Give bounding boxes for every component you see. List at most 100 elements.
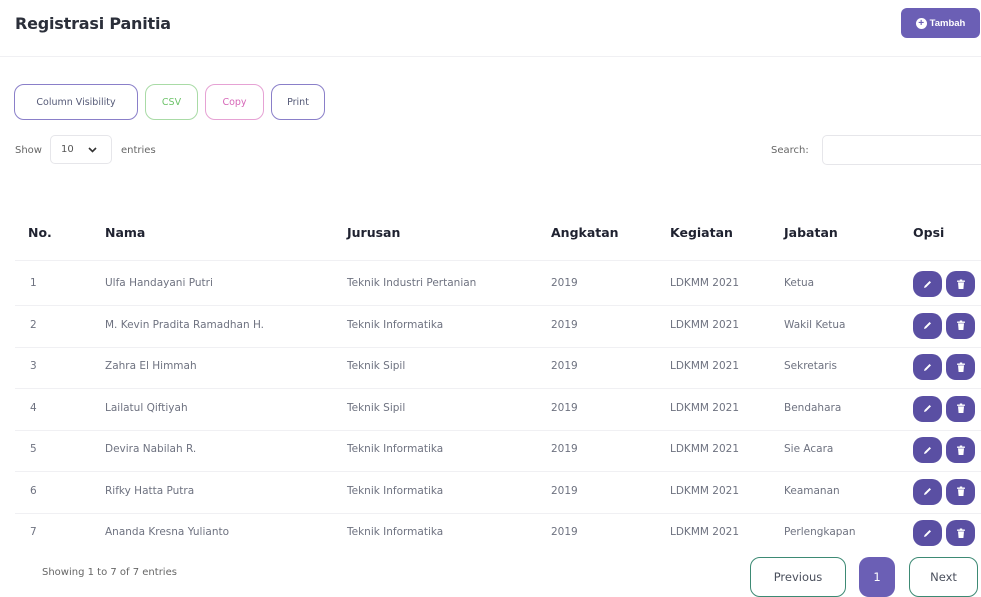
cell-jurusan: Teknik Informatika (347, 318, 444, 331)
cell-nama: Zahra El Himmah (105, 360, 197, 372)
cell-jurusan: Teknik Sipil (347, 401, 406, 414)
cell-jurusan: Teknik Informatika (347, 484, 444, 497)
trash-icon (956, 486, 966, 497)
pencil-icon (922, 486, 933, 497)
trash-icon (956, 279, 966, 290)
cell-angkatan: 2019 (551, 526, 578, 538)
cell-jabatan: Bendahara (784, 401, 842, 414)
cell-nama: Rifky Hatta Putra (105, 484, 195, 497)
entries-select-value: 10 (61, 144, 74, 155)
edit-button[interactable] (913, 271, 942, 297)
pencil-icon (922, 320, 933, 331)
column-header-opsi: Opsi (913, 225, 945, 240)
cell-kegiatan: LDKMM 2021 (670, 277, 739, 289)
add-button-label: Tambah (929, 17, 966, 29)
cell-no: 7 (30, 526, 37, 538)
table-header-divider (15, 260, 981, 261)
cell-jabatan: Perlengkapan (784, 526, 856, 538)
cell-no: 6 (30, 484, 37, 497)
trash-icon (956, 445, 966, 456)
page-title: Registrasi Panitia (15, 14, 171, 33)
table-info: Showing 1 to 7 of 7 entries (42, 567, 177, 578)
cell-no: 3 (30, 360, 37, 372)
cell-jabatan: Wakil Ketua (784, 318, 846, 331)
row-divider (15, 471, 981, 472)
cell-no: 4 (30, 401, 37, 414)
column-header-nama[interactable]: Nama (105, 225, 145, 240)
row-divider (15, 388, 981, 389)
cell-kegiatan: LDKMM 2021 (670, 526, 739, 538)
cell-jabatan: Sekretaris (784, 360, 838, 372)
pencil-icon (922, 445, 933, 456)
row-divider (15, 347, 981, 348)
edit-button[interactable] (913, 437, 942, 463)
edit-button[interactable] (913, 520, 942, 546)
delete-button[interactable] (946, 312, 975, 339)
pencil-icon (922, 403, 933, 414)
cell-nama: M. Kevin Pradita Ramadhan H. (105, 318, 265, 331)
cell-kegiatan: LDKMM 2021 (670, 318, 739, 331)
row-divider (15, 305, 981, 306)
cell-jurusan: Teknik Industri Pertanian (347, 277, 477, 289)
cell-jabatan: Keamanan (784, 484, 840, 497)
delete-button[interactable] (946, 520, 975, 546)
header-divider (0, 56, 981, 57)
pencil-icon (922, 362, 933, 373)
trash-icon (956, 528, 966, 539)
cell-nama: Lailatul Qiftiyah (105, 401, 188, 414)
cell-kegiatan: LDKMM 2021 (670, 484, 739, 497)
trash-icon (956, 403, 966, 414)
cell-jabatan: Ketua (784, 277, 815, 289)
cell-no: 5 (30, 443, 37, 455)
page-1-button[interactable]: 1 (859, 557, 895, 597)
cell-nama: Devira Nabilah R. (105, 443, 197, 455)
cell-kegiatan: LDKMM 2021 (670, 360, 739, 372)
chevron-down-icon (88, 146, 97, 153)
column-header-kegiatan[interactable]: Kegiatan (670, 225, 733, 240)
row-divider (15, 513, 981, 514)
copy-button[interactable]: Copy (205, 84, 264, 120)
csv-button[interactable]: CSV (145, 84, 198, 120)
cell-angkatan: 2019 (551, 484, 578, 497)
search-input[interactable] (822, 135, 981, 165)
cell-angkatan: 2019 (551, 277, 578, 289)
cell-kegiatan: LDKMM 2021 (670, 401, 739, 414)
cell-nama: Ananda Kresna Yulianto (105, 526, 230, 538)
edit-button[interactable] (913, 354, 942, 380)
cell-angkatan: 2019 (551, 318, 578, 331)
cell-jurusan: Teknik Informatika (347, 443, 444, 455)
edit-button[interactable] (913, 478, 942, 505)
entries-select[interactable]: 10 (50, 135, 112, 164)
show-label: Show (15, 145, 42, 156)
entries-label: entries (121, 145, 156, 156)
previous-button[interactable]: Previous (750, 557, 846, 597)
trash-icon (956, 320, 966, 331)
column-header-no[interactable]: No. (28, 225, 52, 240)
add-button[interactable]: + Tambah (901, 8, 980, 38)
column-visibility-button[interactable]: Column Visibility (14, 84, 138, 120)
cell-jurusan: Teknik Sipil (347, 360, 406, 372)
cell-no: 1 (30, 277, 37, 289)
cell-angkatan: 2019 (551, 401, 578, 414)
plus-icon: + (915, 17, 927, 29)
column-header-angkatan[interactable]: Angkatan (551, 225, 619, 240)
next-button[interactable]: Next (909, 557, 978, 597)
delete-button[interactable] (946, 354, 975, 380)
cell-kegiatan: LDKMM 2021 (670, 443, 739, 455)
column-header-jurusan[interactable]: Jurusan (347, 225, 400, 240)
search-label: Search: (771, 145, 809, 156)
edit-button[interactable] (913, 395, 942, 422)
column-header-jabatan[interactable]: Jabatan (784, 225, 838, 240)
delete-button[interactable] (946, 395, 975, 422)
delete-button[interactable] (946, 478, 975, 505)
delete-button[interactable] (946, 437, 975, 463)
trash-icon (956, 362, 966, 373)
row-divider (15, 430, 981, 431)
cell-nama: Ulfa Handayani Putri (105, 277, 213, 289)
pencil-icon (922, 528, 933, 539)
edit-button[interactable] (913, 312, 942, 339)
delete-button[interactable] (946, 271, 975, 297)
print-button[interactable]: Print (271, 84, 325, 120)
cell-jurusan: Teknik Informatika (347, 526, 444, 538)
cell-no: 2 (30, 318, 37, 331)
